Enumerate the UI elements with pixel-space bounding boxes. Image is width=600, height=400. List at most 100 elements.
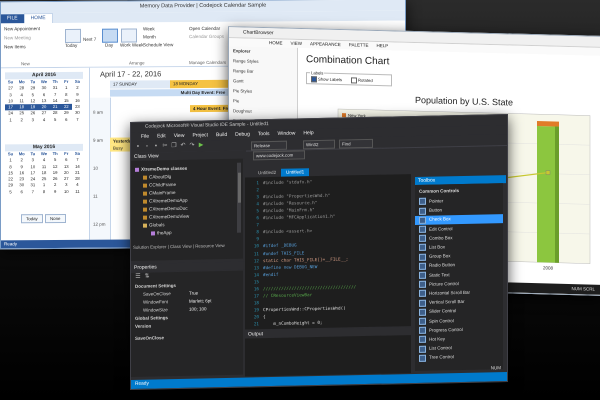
new-file-icon[interactable]: ▪ bbox=[135, 144, 141, 150]
day-header[interactable]: 17 SUNDAY bbox=[110, 80, 171, 89]
menu-build[interactable]: Build bbox=[216, 131, 227, 140]
configuration-dropdown[interactable]: Release bbox=[251, 140, 287, 150]
calendar-day-cell[interactable]: 6 bbox=[61, 117, 72, 123]
menu-project[interactable]: Project bbox=[192, 131, 208, 140]
calendar-day-cell[interactable]: 5 bbox=[50, 117, 61, 123]
day-view-label: Day bbox=[105, 42, 114, 48]
tree-item[interactable]: CMainFrame bbox=[143, 190, 176, 196]
property-category[interactable]: Version bbox=[131, 321, 243, 330]
calendar-day-cell[interactable]: 6 bbox=[16, 189, 27, 195]
class-view-scrollbar[interactable] bbox=[237, 162, 241, 233]
tree-item[interactable]: CXtremeDemoView bbox=[143, 214, 189, 220]
explorer-item[interactable]: Range Bar bbox=[233, 68, 254, 74]
control-icon bbox=[419, 299, 426, 307]
checkbox-unchecked-icon bbox=[351, 77, 357, 84]
toolbox-item-label: Button bbox=[429, 207, 443, 213]
control-icon bbox=[419, 198, 426, 206]
tree-root-label: XtremeDemo classes bbox=[141, 165, 188, 172]
toolbox-item-label: Radio Button bbox=[429, 262, 456, 269]
search-box[interactable]: www.codejock.com bbox=[253, 150, 305, 161]
code-text: m_nComboHeight = 0; bbox=[263, 320, 323, 328]
open-folder-icon[interactable]: ▫ bbox=[144, 144, 150, 150]
tree-item-label: CXtremeDemoApp bbox=[149, 197, 188, 204]
tab-home[interactable]: HOME bbox=[23, 13, 53, 24]
menu-view[interactable]: VIEW bbox=[291, 40, 303, 48]
calendar-day-cell[interactable]: 7 bbox=[72, 117, 83, 123]
day-view-button[interactable] bbox=[102, 28, 118, 43]
tree-root[interactable]: XtremeDemo classes bbox=[135, 166, 187, 172]
calendar-day-cell[interactable]: 2 bbox=[16, 117, 27, 123]
save-icon[interactable]: ▪ bbox=[153, 143, 159, 149]
show-labels-checkbox[interactable]: Show Labels bbox=[311, 76, 342, 83]
tree-item[interactable]: theApp bbox=[151, 230, 172, 235]
class-view-tabs[interactable]: Solution Explorer | Class View | Resourc… bbox=[133, 243, 225, 250]
calendar-day-cell[interactable]: 1 bbox=[5, 117, 16, 123]
rotated-checkbox[interactable]: Rotated bbox=[351, 77, 373, 84]
explorer-item[interactable]: Range Styles bbox=[233, 58, 259, 64]
month-button[interactable]: Month bbox=[143, 34, 156, 39]
mini-month-grid[interactable]: Su Mo Tu We Th Fr Sa 27 28 29 30 31 1 2 3 4 5 6 7 8 9 10 11 12 1… bbox=[5, 79, 83, 124]
calendar-groups-button[interactable]: Calendar Groups bbox=[189, 34, 224, 39]
control-icon bbox=[419, 234, 426, 243]
cut-icon[interactable]: ✂ bbox=[162, 143, 168, 149]
alphabetical-icon[interactable]: ⇅ bbox=[144, 274, 150, 280]
none-button[interactable]: None bbox=[45, 213, 66, 224]
menu-tools[interactable]: Tools bbox=[258, 130, 270, 139]
calendar-day-cell[interactable]: 11 bbox=[72, 189, 83, 195]
copy-icon[interactable]: ❐ bbox=[171, 143, 177, 149]
menu-file[interactable]: File bbox=[141, 133, 149, 142]
undo-icon[interactable]: ↶ bbox=[180, 143, 186, 149]
code-line[interactable]: 21 m_nComboHeight = 0; bbox=[245, 320, 323, 329]
platform-dropdown[interactable]: Win32 bbox=[303, 139, 335, 149]
calendar-day-cell[interactable]: 8 bbox=[38, 189, 49, 195]
week-button[interactable]: Week bbox=[143, 26, 155, 31]
menu-view[interactable]: View bbox=[174, 132, 185, 141]
toolbox-section[interactable]: Common Controls bbox=[419, 188, 459, 194]
calendar-day-cell[interactable]: 9 bbox=[50, 189, 61, 195]
explorer-item[interactable]: Gantt bbox=[233, 78, 244, 83]
tree-item[interactable]: CChildFrame bbox=[143, 182, 176, 188]
today-button-icon[interactable] bbox=[65, 28, 81, 43]
output-pane[interactable] bbox=[245, 335, 411, 377]
new-appointment-button[interactable]: New Appointment bbox=[4, 26, 40, 31]
today-button[interactable]: Today bbox=[21, 214, 43, 224]
menu-edit[interactable]: Edit bbox=[157, 132, 166, 141]
toolbox-item[interactable]: Tree Control bbox=[415, 353, 503, 363]
mini-month-grid[interactable]: Su Mo Tu We Th Fr Sa 1 2 3 4 5 6 7 8 9 10 11 12 13 14 15 16 17 1… bbox=[5, 151, 83, 196]
code-editor[interactable]: 1 #include "stdafx.h" 2 3 #include "Properti… bbox=[245, 174, 411, 330]
menu-window[interactable]: Window bbox=[278, 129, 296, 138]
calendar-day-cell[interactable]: 7 bbox=[27, 189, 38, 195]
class-icon bbox=[143, 207, 147, 212]
time-column: 8 am 9 am 10 11 12 pm bbox=[90, 97, 111, 240]
run-icon[interactable]: ▶ bbox=[198, 142, 204, 148]
redo-icon[interactable]: ↷ bbox=[189, 143, 195, 149]
explorer-item[interactable]: Doughnut bbox=[233, 108, 252, 113]
tab-file[interactable]: FILE bbox=[1, 14, 24, 24]
control-icon bbox=[419, 326, 426, 335]
calendar-day-cell[interactable]: 3 bbox=[27, 117, 38, 123]
calendar-day-cell[interactable]: 4 bbox=[38, 117, 49, 123]
calendar-day-cell[interactable]: 5 bbox=[5, 189, 16, 195]
day-header-today[interactable]: 18 MONDAY bbox=[170, 79, 231, 89]
tree-item[interactable]: CXtremeDemoApp bbox=[143, 198, 188, 204]
calendar-day-cell[interactable]: 10 bbox=[61, 189, 72, 195]
menu-help[interactable]: Help bbox=[303, 129, 313, 138]
new-meeting-button[interactable]: New Meeting bbox=[4, 35, 31, 40]
new-items-button[interactable]: New Items bbox=[4, 44, 26, 49]
property-value: 100; 100 bbox=[189, 306, 207, 312]
find-box[interactable]: Find bbox=[339, 138, 373, 149]
categorized-icon[interactable]: ☰ bbox=[135, 274, 141, 280]
labels-group: Labels Show Labels Rotated bbox=[306, 70, 392, 87]
next7-button[interactable]: Next 7 bbox=[83, 37, 96, 42]
explorer-item[interactable]: Pie Styles bbox=[233, 88, 252, 94]
tree-item[interactable]: CAboutDlg bbox=[143, 174, 171, 180]
explorer-item[interactable]: Pie bbox=[233, 98, 239, 103]
code-text: #include "stdafx.h" bbox=[263, 180, 313, 187]
tree-item[interactable]: Globals bbox=[143, 222, 165, 228]
tree-item[interactable]: CXtremeDemoDoc bbox=[143, 206, 188, 212]
toolbox-item-label: Horizontal Scroll Bar bbox=[429, 289, 471, 296]
work-week-button[interactable] bbox=[121, 28, 137, 43]
menu-debug[interactable]: Debug bbox=[235, 130, 250, 139]
schedule-view-button[interactable]: Schedule View bbox=[143, 42, 173, 47]
open-calendar-button[interactable]: Open Calendar bbox=[189, 26, 220, 31]
